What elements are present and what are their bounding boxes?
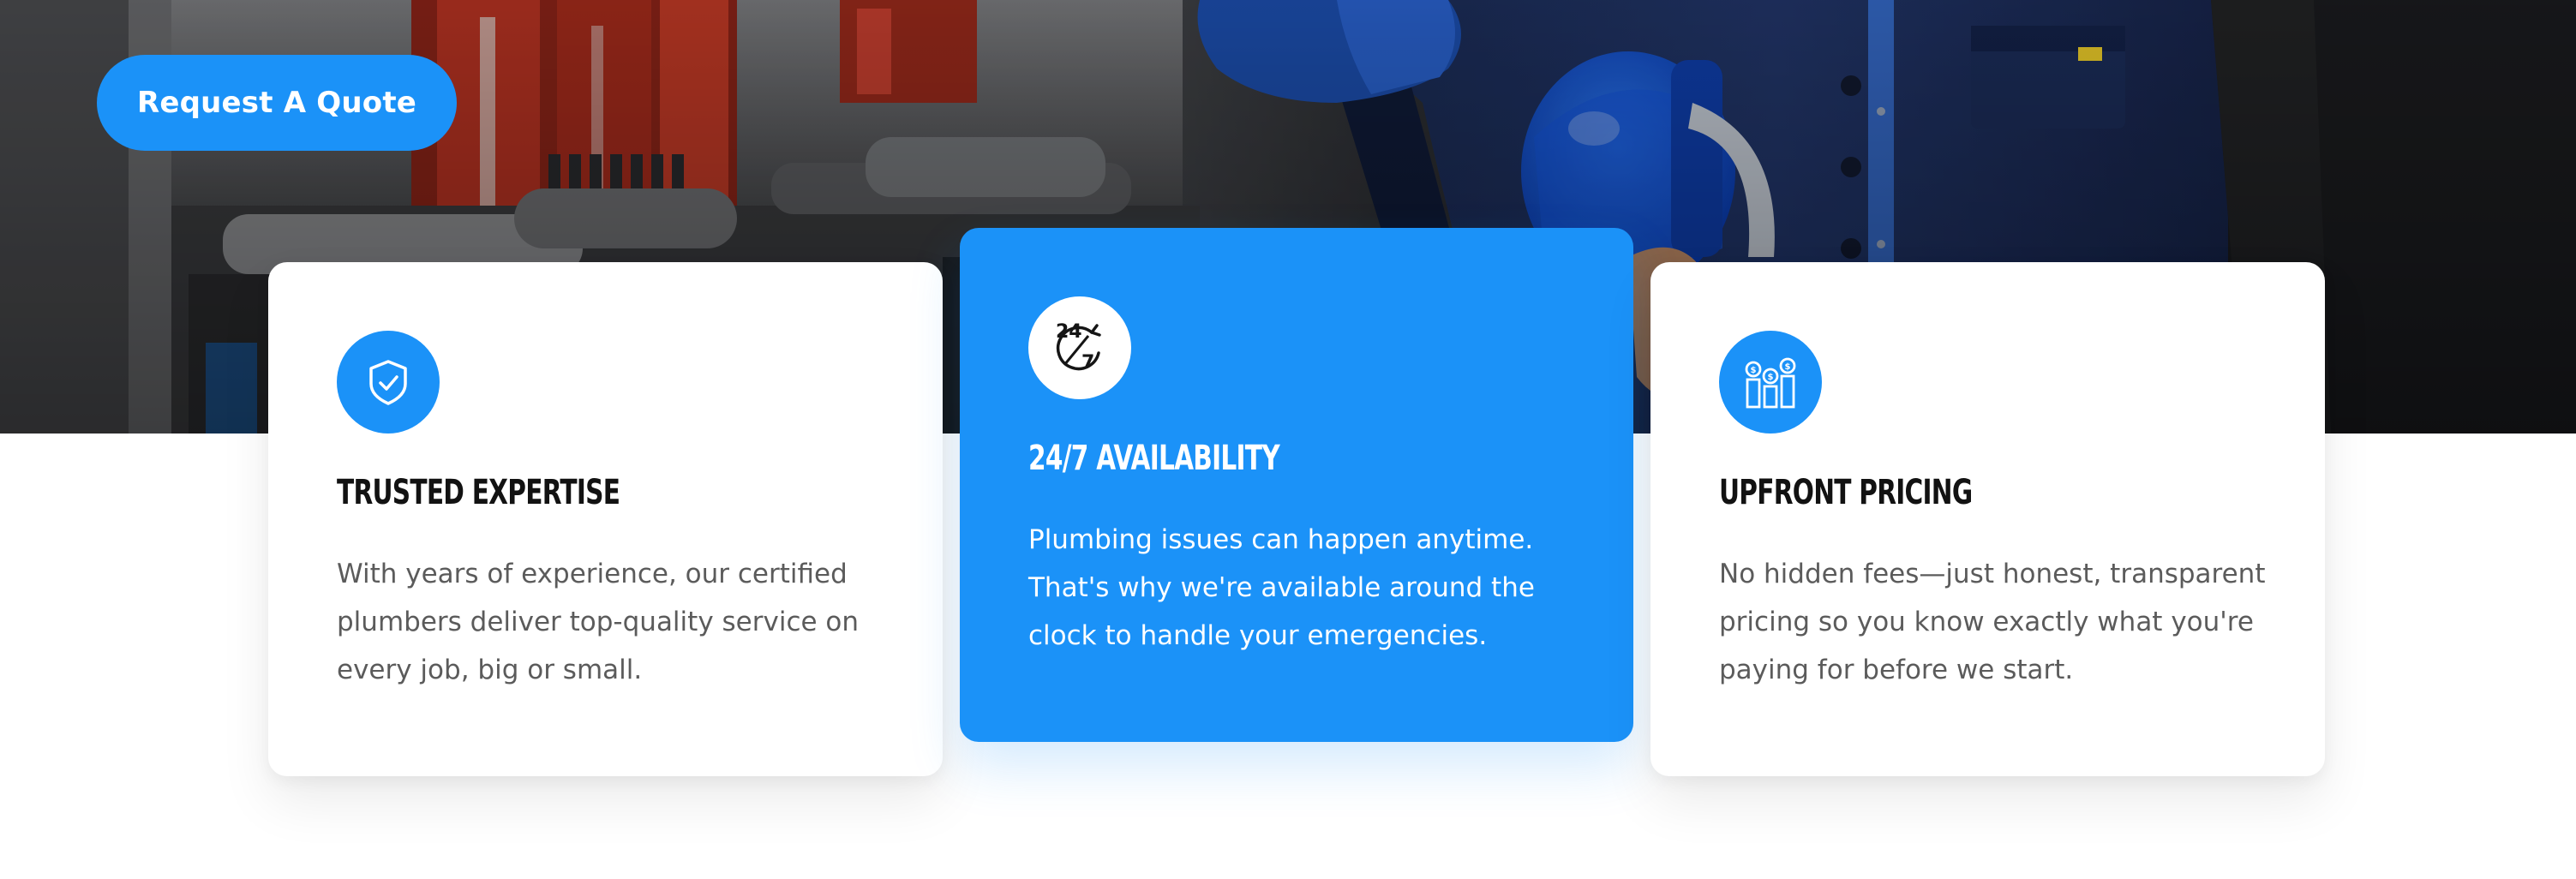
- feature-card-availability: 24 7 24/7 Availability Plumbing issues c…: [960, 228, 1633, 742]
- feature-card-upfront-pricing: $ $ $ Upfront Pricing No hidden fees—jus…: [1650, 262, 2325, 776]
- pricing-coins-icon: $ $ $: [1719, 331, 1822, 434]
- feature-description: No hidden fees—just honest, transparent …: [1719, 559, 2266, 685]
- feature-title: Upfront Pricing: [1719, 473, 1973, 512]
- svg-text:$: $: [1751, 366, 1757, 375]
- request-quote-button[interactable]: Request A Quote: [97, 55, 457, 151]
- feature-title: 24/7 Availability: [1028, 439, 1280, 478]
- svg-text:$: $: [1785, 362, 1791, 372]
- feature-description: With years of experience, our certified …: [337, 559, 860, 685]
- svg-text:7: 7: [1081, 352, 1094, 374]
- feature-description: Plumbing issues can happen anytime. That…: [1028, 524, 1535, 651]
- svg-text:24: 24: [1056, 321, 1082, 343]
- shield-check-icon: [337, 331, 440, 434]
- feature-card-trusted-expertise: Trusted Expertise With years of experien…: [268, 262, 943, 776]
- feature-title: Trusted Expertise: [337, 473, 620, 512]
- clock-24-7-icon: 24 7: [1028, 296, 1131, 399]
- svg-text:$: $: [1768, 373, 1774, 382]
